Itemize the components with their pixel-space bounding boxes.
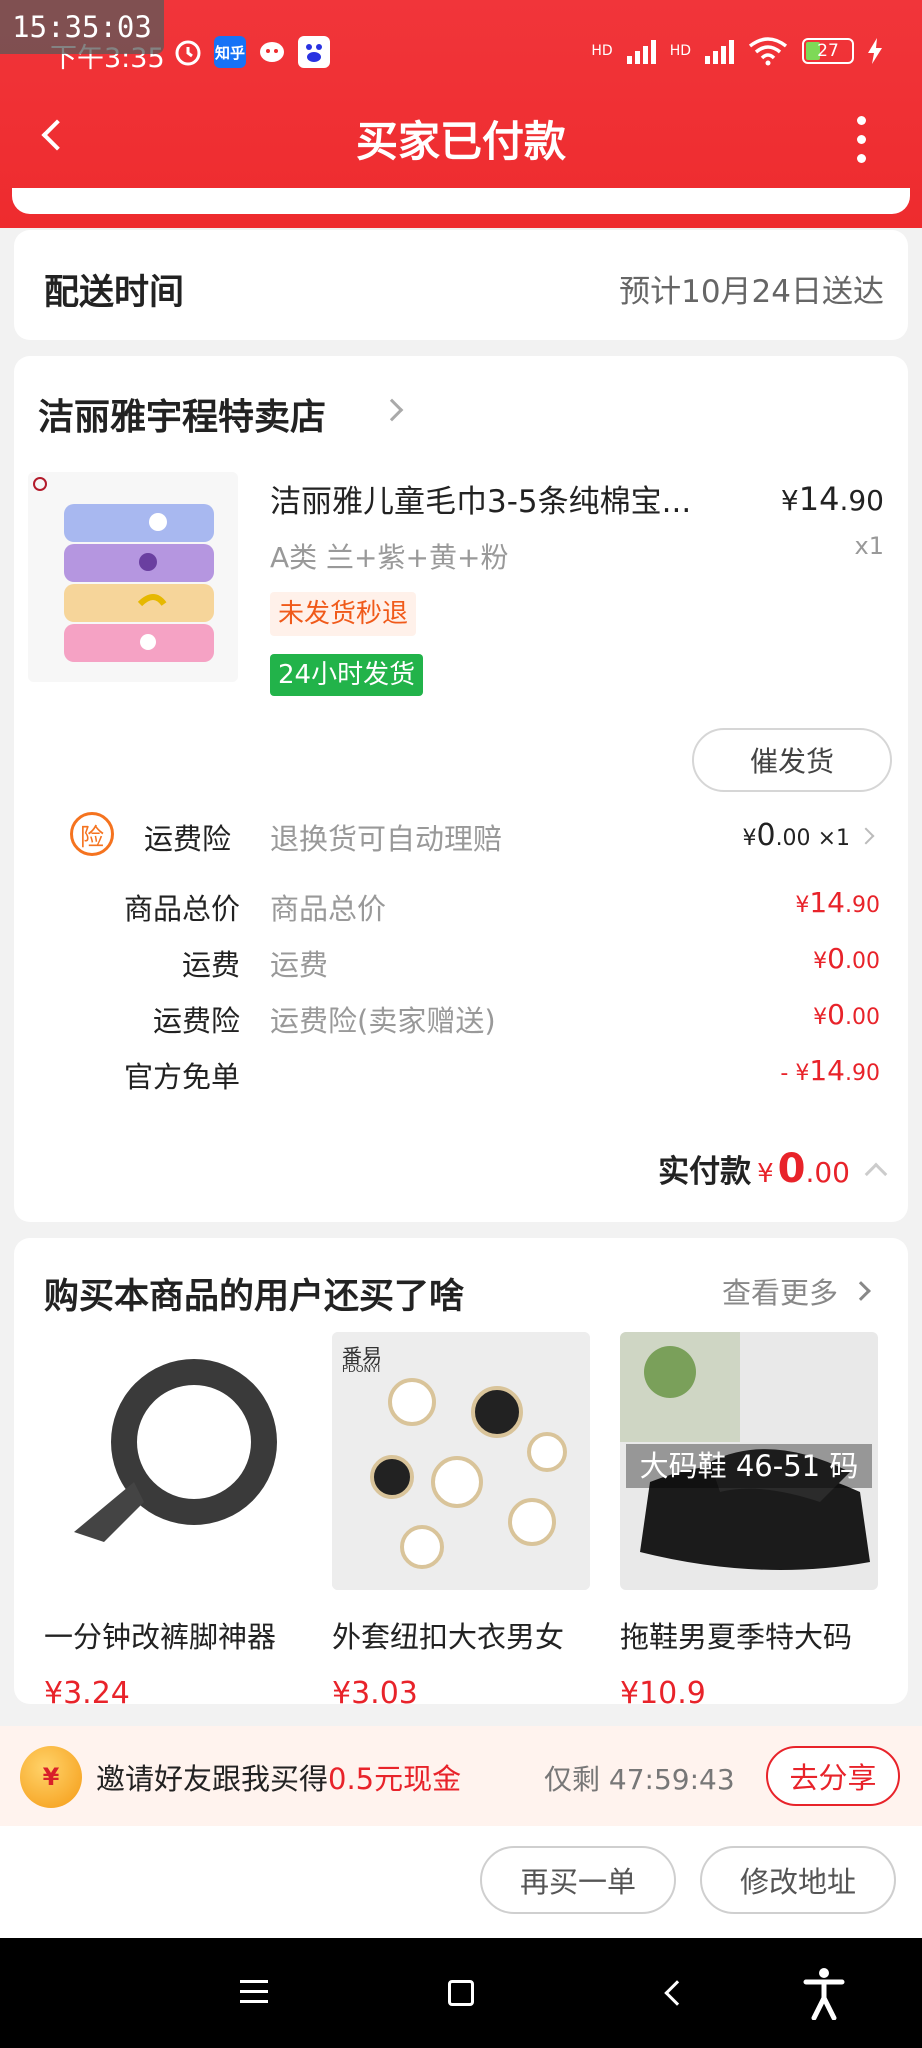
signal-icon-2 — [705, 38, 734, 64]
alarm-icon — [172, 36, 204, 68]
insurance-icon: 险 — [70, 812, 114, 856]
product-price: ¥14.90 — [780, 480, 884, 518]
recommend-image[interactable] — [44, 1332, 302, 1590]
network-label-1: HD — [591, 43, 613, 59]
shipping-insurance-row[interactable]: 险 运费险 退换货可自动理赔 ¥0.00 ×1 — [14, 812, 908, 872]
shipping-24h-tag: 24小时发货 — [270, 654, 424, 696]
wifi-icon — [748, 37, 788, 66]
recommend-item[interactable]: 一分钟改裤脚神器 ¥3.24 — [44, 1332, 304, 1711]
invite-text: 邀请好友跟我买得0.5元现金 — [96, 1762, 462, 1796]
fee-label: 商品总价 — [123, 892, 240, 926]
rebuy-button[interactable]: 再买一单 — [480, 1846, 676, 1914]
status-system-icons: HD HD 27 — [591, 36, 882, 66]
fee-row-subtotal: 商品总价 商品总价 ¥14.90 — [14, 886, 908, 936]
fee-row-free-order: 官方免单 - ¥14.90 — [14, 1054, 908, 1104]
fee-desc: 运费 — [270, 948, 329, 982]
menu-icon[interactable] — [240, 1980, 268, 2003]
system-nav-bar — [0, 1938, 922, 2048]
more-icon[interactable] — [857, 116, 866, 163]
refund-tag: 未发货秒退 — [270, 592, 417, 636]
page-title: 买家已付款 — [355, 117, 566, 166]
fee-desc: 商品总价 — [270, 892, 387, 926]
chevron-up-icon[interactable] — [864, 1162, 888, 1186]
home-icon[interactable] — [448, 1980, 474, 2006]
total-paid-row[interactable]: 实付款 ¥ 0 .00 — [658, 1146, 888, 1192]
insurance-desc: 退换货可自动理赔 — [270, 822, 503, 856]
battery-icon: 27 — [802, 38, 854, 64]
recommend-image[interactable]: 大码鞋 46-51 码 — [620, 1332, 878, 1590]
edit-address-button[interactable]: 修改地址 — [700, 1846, 896, 1914]
chevron-right-icon[interactable] — [380, 398, 404, 422]
shop-name[interactable]: 洁丽雅宇程特卖店 — [38, 388, 326, 440]
fee-value: - ¥14.90 — [780, 1054, 880, 1087]
fee-label: 运费险 — [152, 1004, 240, 1038]
fee-label: 运费 — [181, 948, 240, 982]
signal-icon — [626, 38, 656, 64]
product-image[interactable] — [28, 472, 238, 682]
see-more-link[interactable]: 查看更多 — [722, 1270, 838, 1312]
recommend-price: ¥3.03 — [332, 1676, 418, 1711]
fee-row-shipping: 运费 运费 ¥0.00 — [14, 942, 908, 992]
product-title[interactable]: 洁丽雅儿童毛巾3-5条纯棉宝... — [270, 476, 748, 521]
insurance-label: 运费险 — [144, 822, 232, 856]
urge-shipping-button[interactable]: 催发货 — [692, 728, 892, 792]
action-bar: 再买一单 修改地址 — [0, 1826, 922, 1938]
fee-value: ¥0.00 — [813, 998, 880, 1031]
insurance-price: ¥0.00 ×1 — [742, 818, 850, 853]
recommend-price: ¥3.24 — [44, 1676, 130, 1711]
network-label-2: HD — [669, 43, 691, 59]
zhihu-icon: 知乎 — [214, 36, 246, 68]
product-qty: x1 — [854, 532, 884, 560]
recommend-name: 一分钟改裤脚神器 — [44, 1620, 277, 1654]
recommend-card: 购买本商品的用户还买了啥 查看更多 一分钟改裤脚神器 ¥3.24 番易 PDON… — [14, 1238, 908, 1711]
product-sku: A类 兰+紫+黄+粉 — [270, 541, 509, 574]
total-decimal: .00 — [805, 1156, 850, 1189]
invite-timer: 仅剩 47:59:43 — [544, 1763, 735, 1796]
delivery-value: 预计10月24日送达 — [619, 274, 884, 310]
total-currency: ¥ — [757, 1159, 774, 1189]
accessibility-icon[interactable] — [802, 1966, 846, 2020]
charging-icon — [868, 38, 882, 64]
recommend-image-overlay: 大码鞋 46-51 码 — [626, 1444, 872, 1488]
recommend-name: 拖鞋男夏季特大码 — [620, 1620, 853, 1654]
recommend-name: 外套纽扣大衣男女 — [332, 1620, 565, 1654]
recommend-image-brand-sub: PDONYI — [342, 1364, 381, 1375]
fee-value: ¥0.00 — [813, 942, 880, 975]
share-button[interactable]: 去分享 — [766, 1746, 900, 1806]
baidu-icon — [298, 36, 330, 68]
coin-icon: ¥ — [20, 1746, 82, 1808]
fee-desc: 运费险(卖家赠送) — [270, 1004, 496, 1038]
recommend-title: 购买本商品的用户还买了啥 — [44, 1277, 465, 1317]
back-nav-icon[interactable] — [664, 1980, 690, 2006]
chat-icon — [256, 36, 288, 68]
chevron-right-icon[interactable] — [857, 827, 875, 845]
clock-overlay: 15:35:03 — [0, 0, 164, 54]
delivery-card: 配送时间 预计10月24日送达 — [14, 230, 908, 340]
chevron-right-icon[interactable] — [851, 1281, 871, 1301]
card-stub — [12, 188, 910, 214]
recommend-item[interactable]: 大码鞋 46-51 码 拖鞋男夏季特大码 ¥10.9 — [620, 1332, 880, 1711]
total-label: 实付款 — [658, 1154, 752, 1190]
recommend-image[interactable]: 番易 PDONYI — [332, 1332, 590, 1590]
total-amount: 0 — [777, 1146, 806, 1192]
order-card: 洁丽雅宇程特卖店 洁丽雅儿童毛巾3-5条纯棉宝... ¥14.90 A类 兰+紫… — [14, 356, 908, 1222]
fee-label: 官方免单 — [123, 1060, 240, 1094]
fee-value: ¥14.90 — [795, 886, 880, 919]
status-app-icons: 知乎 — [172, 36, 330, 68]
delivery-label: 配送时间 — [44, 273, 185, 313]
invite-bar: ¥ 邀请好友跟我买得0.5元现金 仅剩 47:59:43 去分享 — [0, 1726, 922, 1826]
recommend-price: ¥10.9 — [620, 1676, 706, 1711]
recommend-item[interactable]: 番易 PDONYI 外套纽扣大衣男女 ¥3.03 — [332, 1332, 592, 1711]
fee-row-insurance: 运费险 运费险(卖家赠送) ¥0.00 — [14, 998, 908, 1048]
